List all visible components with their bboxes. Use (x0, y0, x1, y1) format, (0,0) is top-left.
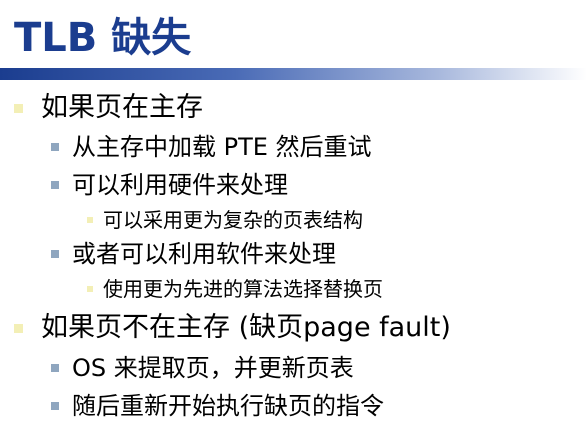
bullet-text: OS 来提取页，并更新页表 (72, 354, 354, 382)
bullet-square-icon (14, 103, 23, 113)
slide-title: TLB 缺失 (14, 15, 192, 61)
bullet-square-icon (51, 364, 59, 372)
bullet-text: 使用更为先进的算法选择替换页 (103, 277, 383, 301)
bullet-square-icon (51, 402, 59, 410)
bullet-square-icon (87, 217, 93, 223)
bullet-square-icon (14, 323, 23, 333)
title-underline-bar (0, 68, 587, 80)
bullet-text: 从主存中加载 PTE 然后重试 (72, 133, 372, 161)
bullet-item: 可以采用更为复杂的页表结构 (87, 207, 363, 233)
bullet-item: 使用更为先进的算法选择替换页 (87, 276, 383, 302)
bullet-item: 可以利用硬件来处理 (51, 170, 288, 200)
bullet-item: 随后重新开始执行缺页的指令 (51, 391, 384, 421)
bullet-square-icon (51, 250, 59, 258)
bullet-square-icon (51, 181, 59, 189)
bullet-text: 随后重新开始执行缺页的指令 (72, 392, 384, 420)
bullet-text: 可以利用硬件来处理 (72, 171, 288, 199)
bullet-text: 可以采用更为复杂的页表结构 (103, 208, 363, 232)
bullet-text: 如果页在主存 (41, 92, 203, 123)
bullet-square-icon (51, 143, 59, 151)
slide: TLB 缺失 如果页在主存 从主存中加载 PTE 然后重试 可以利用硬件来处理 … (0, 0, 587, 447)
bullet-item: 如果页不在主存 (缺页page fault) (14, 311, 451, 345)
bullet-item: 如果页在主存 (14, 91, 203, 125)
bullet-text: 如果页不在主存 (缺页page fault) (41, 312, 451, 343)
bullet-text: 或者可以利用软件来处理 (72, 240, 336, 268)
bullet-item: OS 来提取页，并更新页表 (51, 353, 354, 383)
bullet-square-icon (87, 286, 93, 292)
bullet-item: 从主存中加载 PTE 然后重试 (51, 132, 372, 162)
bullet-item: 或者可以利用软件来处理 (51, 239, 336, 269)
